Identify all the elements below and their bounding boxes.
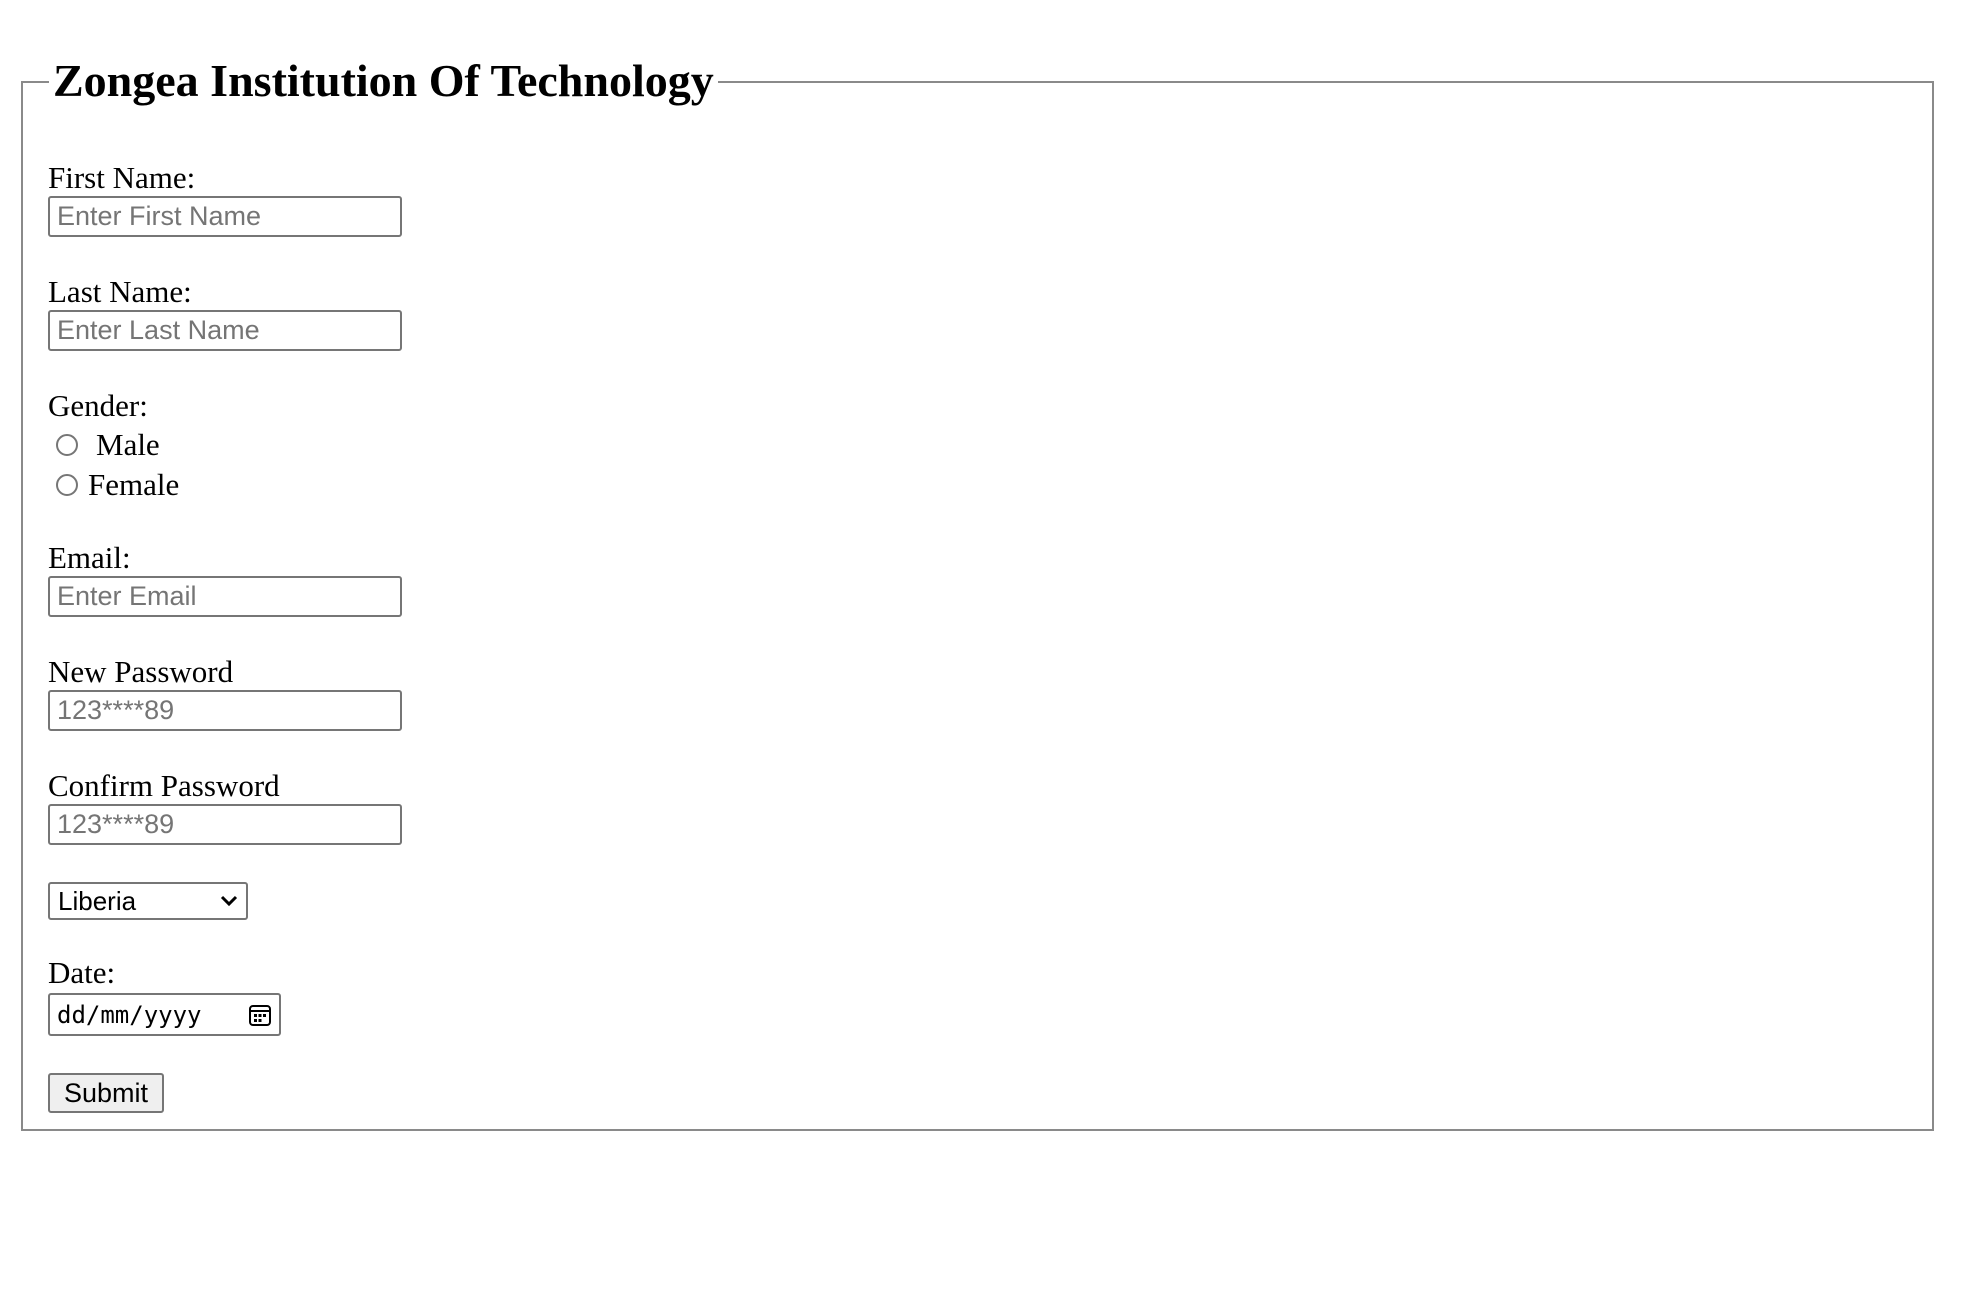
new-password-input[interactable] bbox=[48, 690, 402, 731]
confirm-password-input[interactable] bbox=[48, 804, 402, 845]
first-name-label: First Name: bbox=[48, 160, 196, 195]
chevron-down-icon bbox=[220, 895, 238, 907]
female-label: Female bbox=[88, 467, 180, 502]
calendar-icon[interactable] bbox=[248, 1003, 272, 1027]
submit-button[interactable]: Submit bbox=[48, 1073, 164, 1113]
male-radio[interactable] bbox=[56, 434, 78, 456]
last-name-label: Last Name: bbox=[48, 274, 192, 309]
country-select[interactable]: Liberia bbox=[48, 882, 248, 920]
date-label: Date: bbox=[48, 955, 116, 990]
first-name-input[interactable] bbox=[48, 196, 402, 237]
gender-option-female[interactable]: Female bbox=[56, 467, 180, 502]
form-title: Zongea Institution Of Technology bbox=[49, 55, 718, 107]
last-name-input[interactable] bbox=[48, 310, 402, 351]
gender-option-male[interactable]: Male bbox=[56, 427, 160, 462]
confirm-password-label: Confirm Password bbox=[48, 768, 280, 803]
email-input[interactable] bbox=[48, 576, 402, 617]
female-radio[interactable] bbox=[56, 474, 78, 496]
date-placeholder: dd/mm/yyyy bbox=[57, 1000, 202, 1029]
date-input[interactable]: dd/mm/yyyy bbox=[48, 993, 281, 1036]
gender-label: Gender: bbox=[48, 388, 148, 423]
country-selected-value: Liberia bbox=[58, 885, 137, 916]
email-label: Email: bbox=[48, 540, 131, 575]
male-label: Male bbox=[96, 427, 160, 462]
new-password-label: New Password bbox=[48, 654, 234, 689]
